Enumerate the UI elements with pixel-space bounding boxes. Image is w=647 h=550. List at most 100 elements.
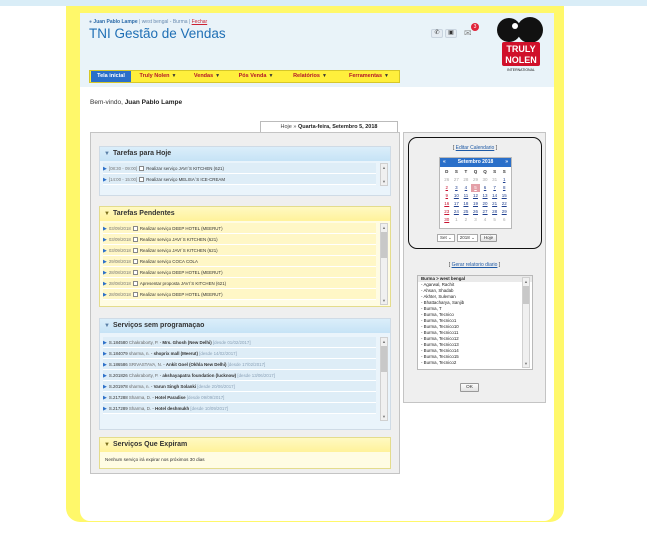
arrow-icon: ▶ [103,270,107,276]
unscheduled-header[interactable]: ▼ Serviços sem programaçao [100,319,390,333]
expand-icon: ▼ [104,211,110,217]
calendar-day[interactable]: 11 [461,192,471,200]
nav-relatorios[interactable]: Relatórios ▼ [283,71,337,82]
scrollbar[interactable]: ▲ ▼ [380,163,388,186]
today-tasks-header[interactable]: ▼ Tarefas para Hoje [100,147,390,161]
prev-month-icon[interactable]: « [443,158,446,167]
date-prefix: Hoje » [280,124,297,130]
task-checkbox[interactable] [132,281,138,287]
daily-report-link[interactable]: Gerar relatorio diario [452,262,498,268]
scrollbar[interactable]: ▲ ▼ [380,337,388,421]
list-item[interactable]: ▶ 28/08/2018 Apresentar proposta JAVI´S KI… [103,278,376,289]
task-checkbox[interactable] [132,226,138,232]
logout-link[interactable]: Fechar [192,19,208,25]
calendar-day[interactable]: 8 [499,184,509,192]
pending-tasks-header[interactable]: ▼ Tarefas Pendentes [100,207,390,221]
calendar-day[interactable]: 4 [461,184,471,192]
calendar-day[interactable]: 1 [499,176,509,184]
nav-label: Vendas [193,73,214,79]
scroll-up-icon: ▲ [382,165,386,170]
list-item[interactable]: ▶ S.201978 sharma, n. - Varun Singh Solan… [103,381,376,392]
calendar-day[interactable]: 29 [499,208,509,216]
calendar-day[interactable]: 19 [471,200,481,208]
car-icon[interactable]: ▣ [445,29,457,38]
weekday-label: S [502,169,506,174]
logo-text-1: TRULY [506,44,535,54]
task-checkbox[interactable] [132,292,138,298]
list-item[interactable]: ▶ 29/08/2018 Realizar serviço COCA COLA [103,256,376,267]
calendar-day[interactable]: 15 [499,192,509,200]
list-item[interactable]: ▶ S.184079 sharma, n. - shoprix mall (Mee… [103,348,376,359]
list-item[interactable]: ▶ 03/09/2018 Realizar serviço DEEP HOTEL (… [103,223,376,234]
calendar-day[interactable]: 3 [452,184,462,192]
edit-calendar-link[interactable]: Editar Calendario [456,145,495,151]
task-checkbox[interactable] [139,177,145,183]
phone-icon[interactable]: ✆ [431,29,443,38]
nav-truly-nolen[interactable]: Truly Nolen ▼ [134,71,182,82]
calendar-day[interactable]: 22 [499,200,509,208]
list-item[interactable]: ▶ S.186586 SRIVASTAVA, N. - Ankit Goel (O… [103,359,376,370]
logo-text-2: NOLEN [505,55,537,65]
calendar-day[interactable]: 27 [480,208,490,216]
list-item[interactable]: ▶ S.201826 Chakraborty, P. - akshayapatra… [103,370,376,381]
task-checkbox[interactable] [132,237,138,243]
calendar-day[interactable]: 9 [442,192,452,200]
calendar-day[interactable]: 2 [442,184,452,192]
edit-calendar: [ Editar Calendario ] [452,145,498,151]
task-checkbox[interactable] [139,166,145,172]
scroll-down-icon: ▼ [524,361,528,366]
mail-count-badge: 3 [471,23,479,31]
scrollbar[interactable]: ▲ ▼ [380,223,388,305]
list-item[interactable]: ▶ S.217288 Sharma, D. - Hotel Paradise [d… [103,392,376,403]
technician-list[interactable]: Burma > west bengal - Agarwal, Rachit - Ah… [417,275,533,370]
user-name[interactable]: Juan Pablo Lampe [93,19,137,25]
calendar-day[interactable]: 26 [471,208,481,216]
calendar-day[interactable]: 10 [452,192,462,200]
calendar-day[interactable]: 7 [490,184,500,192]
list-item[interactable]: ▶ S.217289 Sharma, D. - Hotel deshmukh [d… [103,403,376,414]
list-item[interactable]: ▶ [14:00 - 15:00] Realizar serviço MELISA´… [103,174,376,185]
calendar-day[interactable]: 6 [480,184,490,192]
calendar-day[interactable]: 17 [452,200,462,208]
expiring-header[interactable]: ▼ Serviços Que Expiram [100,438,390,452]
calendar-day[interactable]: 28 [490,208,500,216]
nav-ferramentas[interactable]: Ferramentas ▼ [340,71,398,82]
calendar-day[interactable]: 12 [471,192,481,200]
calendar-day[interactable]: 13 [480,192,490,200]
scrollbar[interactable]: ▲ ▼ [522,277,530,368]
list-item[interactable]: ▶ 28/08/2018 Realizar serviço DEEP HOTEL (… [103,289,376,300]
calendar-day[interactable]: 30 [442,216,452,224]
technician-option[interactable]: - Burma, Tecnico2 [418,360,532,366]
today-button[interactable]: Hoje [479,234,498,242]
calendar-day[interactable]: 5 [470,184,481,192]
list-item[interactable]: ▶ S.184580 Chakraborty, P. - Mrs. Ghosh (… [103,337,376,348]
month-select[interactable]: Set ⌄ [437,234,455,242]
list-item[interactable]: ▶ 28/08/2018 Realizar serviço DEEP HOTEL (… [103,267,376,278]
ok-button[interactable]: OK [460,383,479,392]
calendar-day[interactable]: 20 [480,200,490,208]
nav-vendas[interactable]: Vendas ▼ [185,71,229,82]
calendar-month-title: Setembro 2018 [457,159,494,165]
calendar-day[interactable]: 18 [461,200,471,208]
task-checkbox[interactable] [132,248,138,254]
list-item[interactable]: ▶ 03/09/2018 Realizar serviço JAVI´S KITCH… [103,234,376,245]
calendar-day-outside: 3 [474,217,477,222]
task-checkbox[interactable] [132,270,138,276]
calendar-day[interactable]: 24 [452,208,462,216]
nav-label: Tela inicial [97,73,125,79]
arrow-icon: ▶ [103,177,107,183]
scroll-up-icon: ▲ [524,279,528,284]
nav-pos-venda[interactable]: Pós Venda ▼ [232,71,280,82]
next-month-icon[interactable]: » [505,158,508,167]
nav-tela-inicial[interactable]: Tela inicial [91,71,131,82]
calendar-day[interactable]: 21 [490,200,500,208]
task-checkbox[interactable] [132,259,138,265]
calendar-day[interactable]: 14 [490,192,500,200]
year-select[interactable]: 2018 ⌄ [456,234,478,242]
calendar-day[interactable]: 23 [442,208,452,216]
list-item[interactable]: ▶ [08:30 - 09:00] Realizar serviço JAVI´S … [103,163,376,174]
scroll-down-icon: ▼ [382,179,386,184]
list-item[interactable]: ▶ 03/09/2018 Realizar serviço JAVI´S KITCH… [103,245,376,256]
calendar-day[interactable]: 16 [442,200,452,208]
calendar-day[interactable]: 25 [461,208,471,216]
